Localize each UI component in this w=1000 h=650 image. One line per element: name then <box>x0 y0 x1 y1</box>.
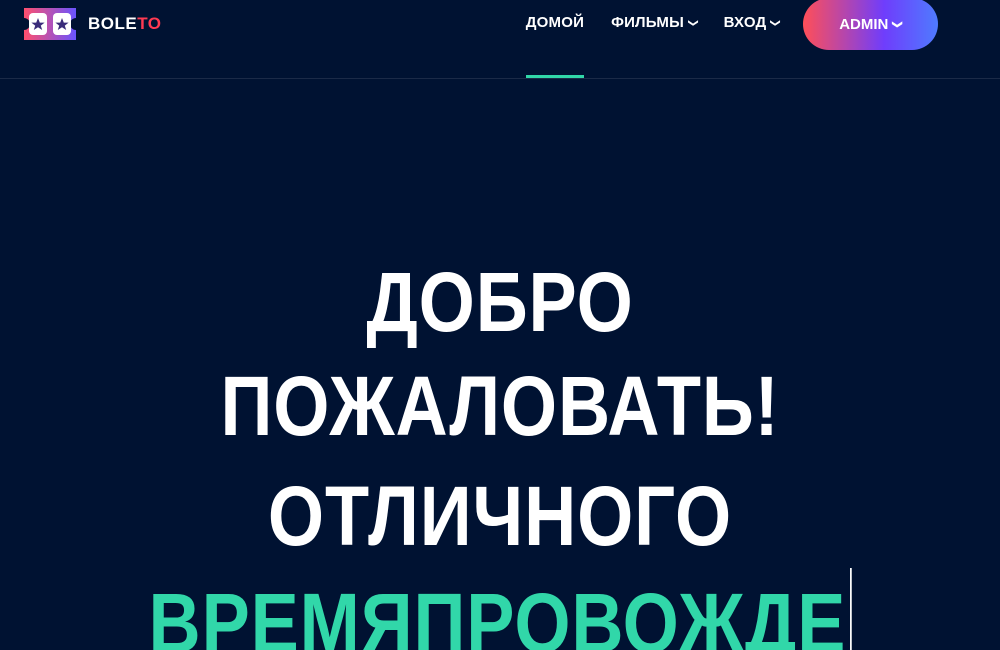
page: BOLETO ДОМОЙ ФИЛЬМЫ ❯ ВХОД ❯ ADMIN ❯ ДОБ… <box>0 0 1000 650</box>
chevron-down-icon: ❯ <box>769 18 781 28</box>
hero-section: ДОБРО ПОЖАЛОВАТЬ! ОТЛИЧНОГО ВРЕМЯПРОВОЖД… <box>0 250 1000 650</box>
ticket-icon <box>20 4 80 44</box>
main-nav: ДОМОЙ ФИЛЬМЫ ❯ ВХОД ❯ ADMIN ❯ <box>499 0 938 78</box>
nav-item-home[interactable]: ДОМОЙ <box>525 0 585 78</box>
nav-item-label: ВХОД <box>723 14 767 31</box>
admin-button[interactable]: ADMIN ❯ <box>803 0 938 50</box>
brand-name-accent: TO <box>137 14 162 33</box>
brand-name: BOLETO <box>88 14 162 34</box>
chevron-down-icon: ❯ <box>892 19 904 29</box>
nav-item-login[interactable]: ВХОД ❯ <box>723 0 781 78</box>
nav-item-label: ДОМОЙ <box>525 14 585 31</box>
hero-title-line-3: ОТЛИЧНОГО <box>267 469 733 563</box>
admin-button-label: ADMIN <box>839 15 889 33</box>
nav-item-label: ФИЛЬМЫ <box>611 14 684 31</box>
chevron-down-icon: ❯ <box>687 18 699 28</box>
hero-title-line-2: ПОЖАЛОВАТЬ! <box>220 359 780 453</box>
hero-typing-line: ВРЕМЯПРОВОЖДЕ <box>70 568 930 650</box>
nav-item-movies[interactable]: ФИЛЬМЫ ❯ <box>611 0 698 78</box>
hero-typing-text: ВРЕМЯПРОВОЖДЕ <box>148 576 847 650</box>
brand-name-main: BOLE <box>88 14 138 33</box>
hero-title-line-1: ДОБРО <box>366 255 634 349</box>
typing-cursor <box>849 568 852 650</box>
site-header: BOLETO ДОМОЙ ФИЛЬМЫ ❯ ВХОД ❯ ADMIN ❯ <box>0 0 1000 79</box>
logo-link[interactable]: BOLETO <box>20 3 162 45</box>
